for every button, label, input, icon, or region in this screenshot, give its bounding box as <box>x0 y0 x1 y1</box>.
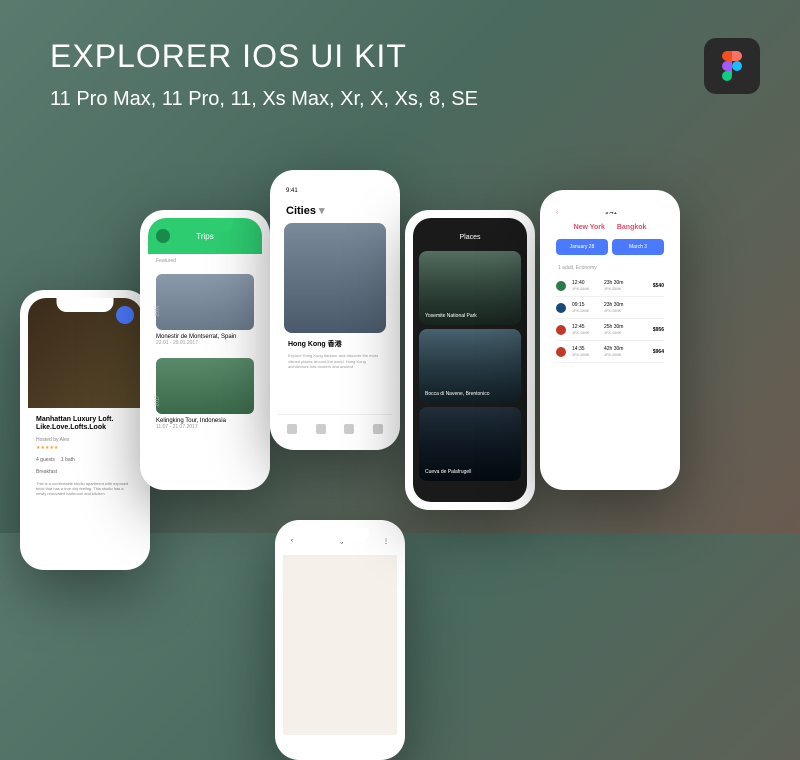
flight-price: $964 <box>636 349 664 355</box>
trip-date: 11.07 - 21.07.2017 <box>156 424 254 430</box>
listing-title: Manhattan Luxury Loft. Like.Love.Lofts.L… <box>36 416 134 433</box>
trip-item[interactable]: Monestir de Montserrat, Spain22.01 - 29.… <box>148 268 262 352</box>
return-date-button[interactable]: March 3 <box>612 239 664 255</box>
phone-places: Places Yosemite National Park Bocca di N… <box>405 210 535 510</box>
rating-stars: ★★★★★ <box>36 445 134 451</box>
flight-row[interactable]: 12:40JFK-DMK23h 30mJFK-DMK$540 <box>556 275 664 297</box>
trip-thumb <box>156 358 254 414</box>
trip-thumb <box>156 274 254 330</box>
cities-title: Cities ▾ <box>286 204 384 217</box>
listing-description: This is a comfortable studio apartment w… <box>36 481 134 497</box>
airline-icon <box>556 325 566 335</box>
notch <box>442 218 499 232</box>
phone-listing: Manhattan Luxury Loft. Like.Love.Lofts.L… <box>20 290 150 570</box>
place-name: Yosemite National Park <box>425 313 477 319</box>
year-label: 2016 <box>155 305 161 316</box>
featured-label: Featured <box>148 254 262 268</box>
tab-bar <box>278 414 392 442</box>
phone-cities: 9:41 Cities ▾ Hong Kong 香港 Explore Hong … <box>270 170 400 450</box>
tab-icon[interactable] <box>316 424 326 434</box>
notch <box>177 218 234 232</box>
passenger-selector[interactable]: 1 adult, Economy <box>548 261 672 275</box>
depart-date-button[interactable]: January 28 <box>556 239 608 255</box>
year-label: 2017 <box>155 395 161 406</box>
airline-icon <box>556 347 566 357</box>
tab-icon[interactable] <box>344 424 354 434</box>
flight-route: JFK-DMK <box>572 352 600 357</box>
city-description: Explore Hong Kong harbour and discover t… <box>288 353 382 370</box>
tab-icon[interactable] <box>373 424 383 434</box>
airline-icon <box>556 303 566 313</box>
phone-mockups: Manhattan Luxury Loft. Like.Love.Lofts.L… <box>20 170 780 590</box>
place-card[interactable]: Yosemite National Park <box>419 251 521 325</box>
flight-route: JFK-DMK <box>572 308 600 313</box>
product-subtitle: 11 Pro Max, 11 Pro, 11, Xs Max, Xr, X, X… <box>50 88 478 111</box>
phone-map: ‹Los Angeles⋮ <box>275 520 405 760</box>
flight-row[interactable]: 09:15JFK-DMK23h 30mJFK-DMK <box>556 297 664 319</box>
place-card[interactable]: Bocca di Navene, Brentonico <box>419 329 521 403</box>
flight-row[interactable]: 14:35JFK-DMK42h 30mJFK-DMK$964 <box>556 341 664 363</box>
notch <box>312 528 369 542</box>
flight-price: $540 <box>636 283 664 289</box>
meta-bath: 1 bath <box>61 457 75 463</box>
place-name: Cueva de Palafrugell <box>425 469 471 475</box>
favorite-badge[interactable] <box>116 306 134 324</box>
notch <box>307 178 364 192</box>
trip-date: 22.01 - 29.01.2017 <box>156 340 254 346</box>
notch <box>579 198 641 212</box>
place-card[interactable]: Cueva de Palafrugell <box>419 407 521 481</box>
figma-badge <box>704 38 760 94</box>
flight-route: JFK-DMK <box>604 352 632 357</box>
flight-route: JFK-DMK <box>604 308 632 313</box>
back-icon[interactable]: ‹ <box>291 538 293 545</box>
route-from[interactable]: New York <box>574 224 605 231</box>
flight-route: JFK-DMK <box>604 330 632 335</box>
back-icon[interactable]: ‹ <box>556 210 558 216</box>
notch <box>57 298 114 312</box>
product-title: EXPLORER IOS UI KIT <box>50 38 407 75</box>
place-name: Bocca di Navene, Brentonico <box>425 391 489 397</box>
meta-breakfast: Breakfast <box>36 469 57 475</box>
listing-host: Hosted by Alex <box>36 437 134 443</box>
more-icon[interactable]: ⋮ <box>383 538 389 545</box>
listing-hero-image <box>28 298 142 408</box>
flight-price: $956 <box>636 327 664 333</box>
tab-icon[interactable] <box>287 424 297 434</box>
flight-route: JFK-DMK <box>572 330 600 335</box>
avatar-icon[interactable] <box>156 229 170 243</box>
city-name: Hong Kong 香港 <box>288 339 382 349</box>
flight-route: JFK-DMK <box>604 286 632 291</box>
trip-item[interactable]: Kelingking Tour, Indonesia11.07 - 21.07.… <box>148 352 262 436</box>
phone-trips: Trips Featured 2016 Monestir de Montserr… <box>140 210 270 490</box>
map-view[interactable] <box>283 555 397 735</box>
flight-row[interactable]: 12:45JFK-DMK25h 30mJFK-DMK$956 <box>556 319 664 341</box>
city-image[interactable] <box>284 223 386 333</box>
airline-icon <box>556 281 566 291</box>
flight-route: JFK-DMK <box>572 286 600 291</box>
flight-list: 12:40JFK-DMK23h 30mJFK-DMK$54009:15JFK-D… <box>548 275 672 363</box>
phone-flights: ‹9:41 New YorkBangkok January 28March 3 … <box>540 190 680 490</box>
meta-guests: 4 guests <box>36 457 55 463</box>
figma-icon <box>722 51 742 81</box>
route-to[interactable]: Bangkok <box>617 224 647 231</box>
